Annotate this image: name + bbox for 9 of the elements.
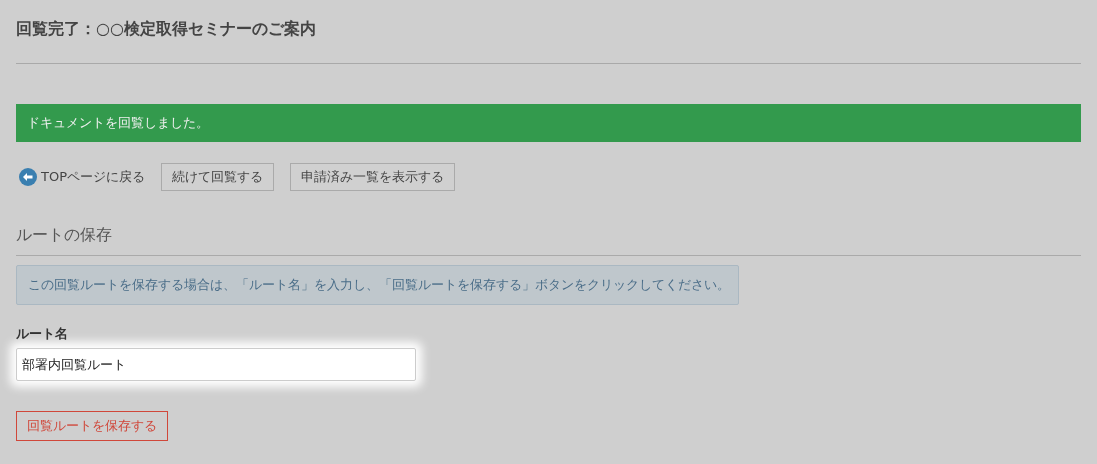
success-alert: ドキュメントを回覧しました。	[16, 104, 1081, 142]
back-link[interactable]: TOPページに戻る	[16, 168, 145, 186]
action-button[interactable]: 続けて回覧する	[161, 163, 274, 191]
page-title: 回覧完了：○○検定取得セミナーのご案内	[16, 18, 317, 40]
field-label: ルート名	[16, 325, 69, 343]
action-button[interactable]: 申請済み一覧を表示する	[290, 163, 455, 191]
section-heading: ルートの保存	[16, 224, 113, 246]
info-message: この回覧ルートを保存する場合は、「ルート名」を入力し、「回覧ルートを保存する」ボタンをクリックしてください。	[16, 265, 739, 305]
route-name-field[interactable]: 部署内回覧ルート	[16, 348, 416, 381]
